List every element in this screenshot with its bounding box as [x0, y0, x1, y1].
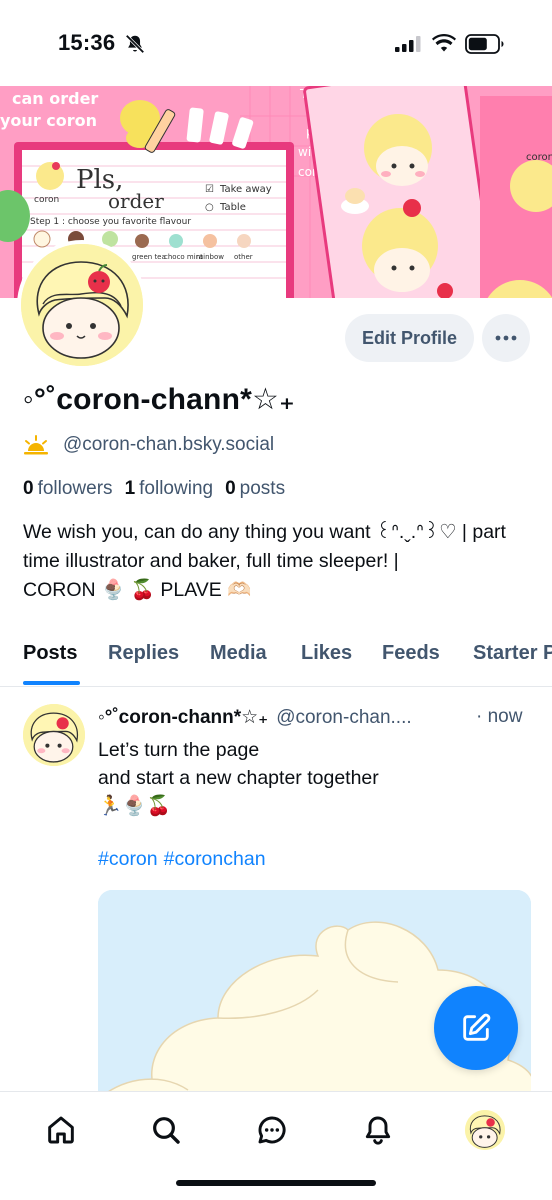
bio-line-3: CORON 🍨 🍒 PLAVE 🫶🏻 — [23, 579, 252, 601]
tab-replies[interactable]: Replies — [108, 642, 179, 665]
nav-chat[interactable] — [254, 1112, 290, 1148]
followers-count: 0 — [23, 478, 34, 499]
search-icon — [153, 1117, 180, 1144]
home-icon — [48, 1116, 74, 1144]
profile-bio: We wish you, can do any thing you want ꒰… — [23, 518, 533, 605]
post-avatar-illustration — [23, 704, 85, 766]
banner-table: Table — [219, 202, 246, 213]
sun-horizon-icon — [24, 435, 48, 455]
banner-text-order: can order — [12, 89, 98, 108]
banner-order: order — [108, 189, 164, 213]
banner-step: Step 1 : choose you favorite flavour — [30, 217, 191, 227]
battery-icon — [465, 34, 504, 54]
svg-text:☑: ☑ — [205, 184, 214, 195]
banner-flavour-4: other — [234, 253, 253, 261]
nav-notifications[interactable] — [360, 1112, 396, 1148]
post-author-name[interactable]: ◦°˚coron-chann*☆₊ — [98, 706, 268, 729]
bio-line-1: We wish you, can do any thing you want ꒰… — [23, 521, 506, 543]
profile-tabs: Posts Replies Media Likes Feeds Starter … — [0, 636, 552, 687]
followers-label: followers — [37, 478, 113, 499]
status-bar: 15:36 — [0, 0, 552, 86]
tab-active-indicator — [23, 681, 80, 685]
post-line-2: and start a new chapter together — [98, 767, 379, 789]
post-line-1: Let’s turn the page — [98, 739, 260, 761]
post-text: Let’s turn the page and start a new chap… — [98, 736, 379, 820]
profile-avatar[interactable] — [17, 240, 147, 370]
bio-line-2: time illustrator and baker, full time sl… — [23, 550, 399, 572]
tab-starter-packs[interactable]: Starter P — [473, 642, 552, 665]
post-author-avatar[interactable] — [23, 704, 85, 766]
bell-icon — [365, 1116, 391, 1145]
following-count: 1 — [124, 478, 136, 499]
chat-icon — [258, 1116, 286, 1144]
hashtag-coron[interactable]: #coron — [98, 848, 158, 871]
nav-home[interactable] — [43, 1112, 79, 1148]
wifi-icon — [432, 34, 456, 52]
post-line-3: 🏃🍨🍒 — [98, 795, 171, 817]
tab-media[interactable]: Media — [210, 642, 267, 665]
home-indicator — [176, 1180, 376, 1186]
post-timestamp: · now — [476, 706, 523, 727]
ellipsis-icon — [495, 335, 517, 341]
bell-off-icon — [125, 34, 145, 54]
svg-text:○: ○ — [205, 202, 214, 213]
posts-count: 0 — [225, 478, 236, 499]
compose-icon — [463, 1013, 491, 1041]
display-name: ◦°˚coron-chann*☆₊ — [23, 383, 296, 416]
banner-text-coron: your coron — [0, 111, 97, 130]
tab-likes[interactable]: Likes — [301, 642, 352, 665]
tab-feeds[interactable]: Feeds — [382, 642, 440, 665]
nav-profile-avatar[interactable] — [465, 1110, 505, 1150]
posts-stat: 0 posts — [225, 478, 285, 500]
profile-avatar-icon — [465, 1110, 505, 1150]
post-author-handle[interactable]: @coron-chan.... — [276, 707, 411, 729]
more-options-button[interactable] — [482, 314, 530, 362]
banner-flavour-3: rainbow — [196, 253, 224, 261]
post-hashtags: #coron #coronchan — [98, 848, 266, 871]
profile-stats: 0 followers 1 following 0 posts — [23, 478, 285, 500]
followers-link[interactable]: 0 followers — [23, 478, 113, 500]
following-link[interactable]: 1 following — [125, 478, 214, 500]
hashtag-coronchan[interactable]: #coronchan — [164, 848, 266, 871]
avatar-illustration — [21, 244, 143, 366]
banner-coron-cafe: coron cafe — [526, 152, 552, 163]
edit-profile-button[interactable]: Edit Profile — [345, 314, 474, 362]
tab-posts[interactable]: Posts — [23, 642, 77, 665]
profile-handle[interactable]: @coron-chan.bsky.social — [63, 434, 274, 456]
status-time: 15:36 — [58, 30, 116, 55]
banner-coron-label: coron — [34, 195, 59, 205]
posts-label: posts — [239, 478, 286, 499]
nav-search[interactable] — [148, 1112, 184, 1148]
banner-take-away: Take away — [219, 184, 272, 195]
post-header: ◦°˚coron-chann*☆₊ @coron-chan.... · now — [98, 706, 522, 729]
compose-post-button[interactable] — [434, 986, 518, 1070]
following-label: following — [139, 478, 214, 499]
signal-icon — [395, 36, 421, 52]
banner-flavour-1: green tea — [132, 253, 166, 261]
handle-row: @coron-chan.bsky.social — [23, 434, 274, 456]
